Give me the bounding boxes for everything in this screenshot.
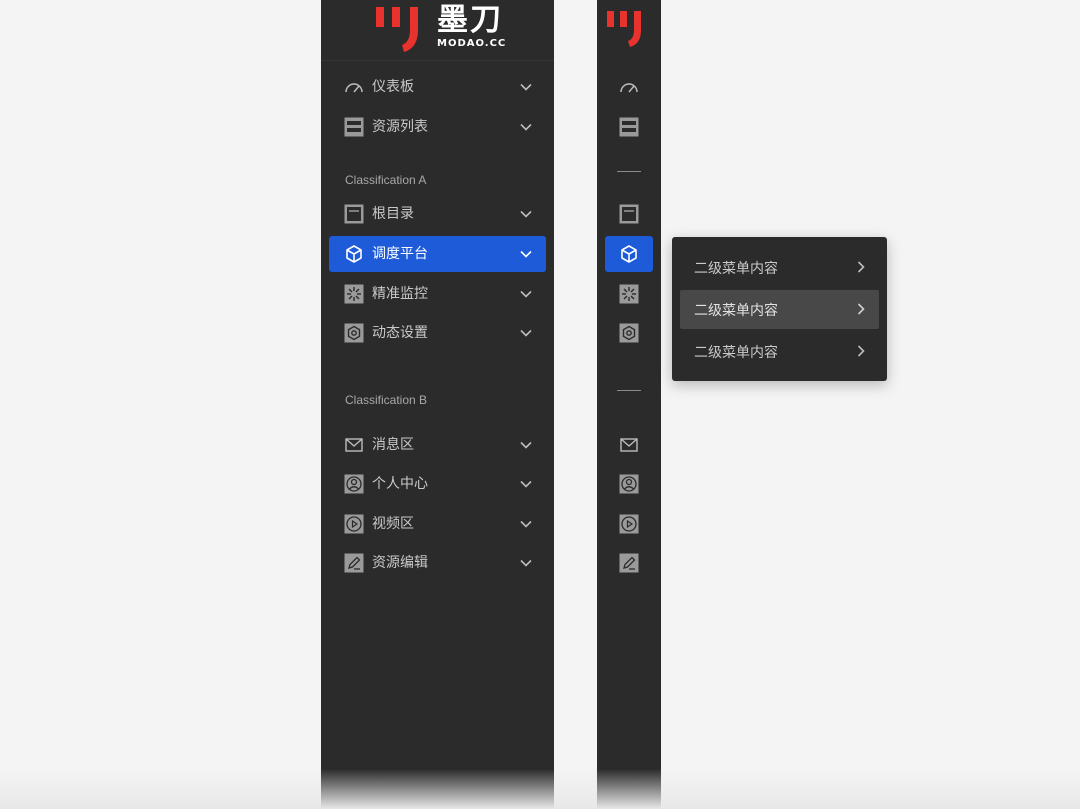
- menu-item-label: 调度平台: [372, 246, 428, 262]
- menu-item-personal-center[interactable]: 个人中心: [329, 466, 546, 502]
- menu-item-resource-edit[interactable]: 资源编辑: [329, 545, 546, 581]
- menu-item-dashboard[interactable]: 仪表板: [329, 69, 546, 105]
- mini-item-scheduling-platform[interactable]: [605, 236, 653, 272]
- menu-item-label: 视频区: [372, 516, 414, 532]
- submenu-item[interactable]: 二级菜单内容: [680, 290, 879, 329]
- menu-item-video-area[interactable]: 视频区: [329, 506, 546, 542]
- submenu-item[interactable]: 二级菜单内容: [680, 248, 879, 287]
- play-circle-icon: [344, 514, 364, 534]
- monitor-burst-icon: [344, 284, 364, 304]
- collapsed-sidebar: [597, 0, 661, 809]
- play-circle-icon: [619, 514, 639, 534]
- section-divider: [617, 390, 641, 391]
- server-list-icon: [344, 117, 364, 137]
- mini-item-dashboard[interactable]: [605, 69, 653, 105]
- dashboard-gauge-icon: [344, 77, 364, 97]
- section-label-a: Classification A: [345, 173, 427, 187]
- mail-icon: [620, 438, 638, 452]
- menu-item-label: 资源编辑: [372, 555, 428, 571]
- modao-logo-mark: [607, 11, 641, 47]
- submenu-popup: 二级菜单内容 二级菜单内容 二级菜单内容: [672, 237, 887, 381]
- brand-subtitle: MODAO.CC: [437, 38, 507, 49]
- menu-item-label: 动态设置: [372, 325, 428, 341]
- mini-item-video-area[interactable]: [605, 506, 653, 542]
- chevron-down-icon: [520, 83, 532, 91]
- cube-icon: [344, 244, 364, 264]
- edit-pencil-icon: [344, 553, 364, 573]
- chevron-down-icon: [520, 520, 532, 528]
- menu-item-label: 消息区: [372, 437, 414, 453]
- chevron-down-icon: [520, 329, 532, 337]
- menu-item-label: 个人中心: [372, 476, 428, 492]
- folder-root-icon: [344, 204, 364, 224]
- mail-icon: [344, 435, 364, 455]
- submenu-item[interactable]: 二级菜单内容: [680, 332, 879, 371]
- chevron-down-icon: [520, 480, 532, 488]
- submenu-item-label: 二级菜单内容: [694, 260, 778, 277]
- mini-item-root-directory[interactable]: [605, 196, 653, 232]
- folder-root-icon: [619, 204, 639, 224]
- section-divider: [617, 171, 641, 172]
- hexagon-settings-icon: [619, 323, 639, 343]
- mini-item-precise-monitoring[interactable]: [605, 276, 653, 312]
- menu-item-scheduling-platform[interactable]: 调度平台: [329, 236, 546, 272]
- brand-name: 墨刀: [437, 2, 503, 38]
- menu-item-dynamic-settings[interactable]: 动态设置: [329, 315, 546, 351]
- menu-item-resource-list[interactable]: 资源列表: [329, 109, 546, 145]
- chevron-down-icon: [520, 441, 532, 449]
- logo-area: 墨刀 MODAO.CC: [321, 0, 554, 61]
- mini-item-resource-list[interactable]: [605, 109, 653, 145]
- cube-icon: [621, 245, 637, 263]
- hexagon-settings-icon: [344, 323, 364, 343]
- section-label-b: Classification B: [345, 393, 428, 407]
- menu-item-message-area[interactable]: 消息区: [329, 427, 546, 463]
- menu-item-root-directory[interactable]: 根目录: [329, 196, 546, 232]
- mini-item-message-area[interactable]: [605, 427, 653, 463]
- expanded-sidebar: 墨刀 MODAO.CC 仪表板 资源列表 Classification A 根目…: [321, 0, 554, 809]
- menu-item-label: 根目录: [372, 206, 414, 222]
- submenu-item-label: 二级菜单内容: [694, 302, 778, 319]
- submenu-item-label: 二级菜单内容: [694, 344, 778, 361]
- menu-item-precise-monitoring[interactable]: 精准监控: [329, 276, 546, 312]
- modao-logo-mark: [376, 7, 418, 52]
- server-list-icon: [619, 117, 639, 137]
- mini-item-resource-edit[interactable]: [605, 545, 653, 581]
- bottom-fade: [0, 769, 1080, 809]
- chevron-down-icon: [520, 123, 532, 131]
- chevron-down-icon: [520, 559, 532, 567]
- chevron-right-icon: [857, 303, 865, 315]
- user-circle-icon: [619, 474, 639, 494]
- chevron-down-icon: [520, 210, 532, 218]
- menu-item-label: 资源列表: [372, 119, 428, 135]
- chevron-right-icon: [857, 345, 865, 357]
- monitor-burst-icon: [619, 284, 639, 304]
- chevron-down-icon: [520, 250, 532, 258]
- user-circle-icon: [344, 474, 364, 494]
- mini-item-dynamic-settings[interactable]: [605, 315, 653, 351]
- menu-item-label: 仪表板: [372, 79, 414, 95]
- chevron-right-icon: [857, 261, 865, 273]
- dashboard-gauge-icon: [620, 83, 638, 93]
- menu-item-label: 精准监控: [372, 286, 428, 302]
- edit-pencil-icon: [619, 553, 639, 573]
- mini-item-personal-center[interactable]: [605, 466, 653, 502]
- chevron-down-icon: [520, 290, 532, 298]
